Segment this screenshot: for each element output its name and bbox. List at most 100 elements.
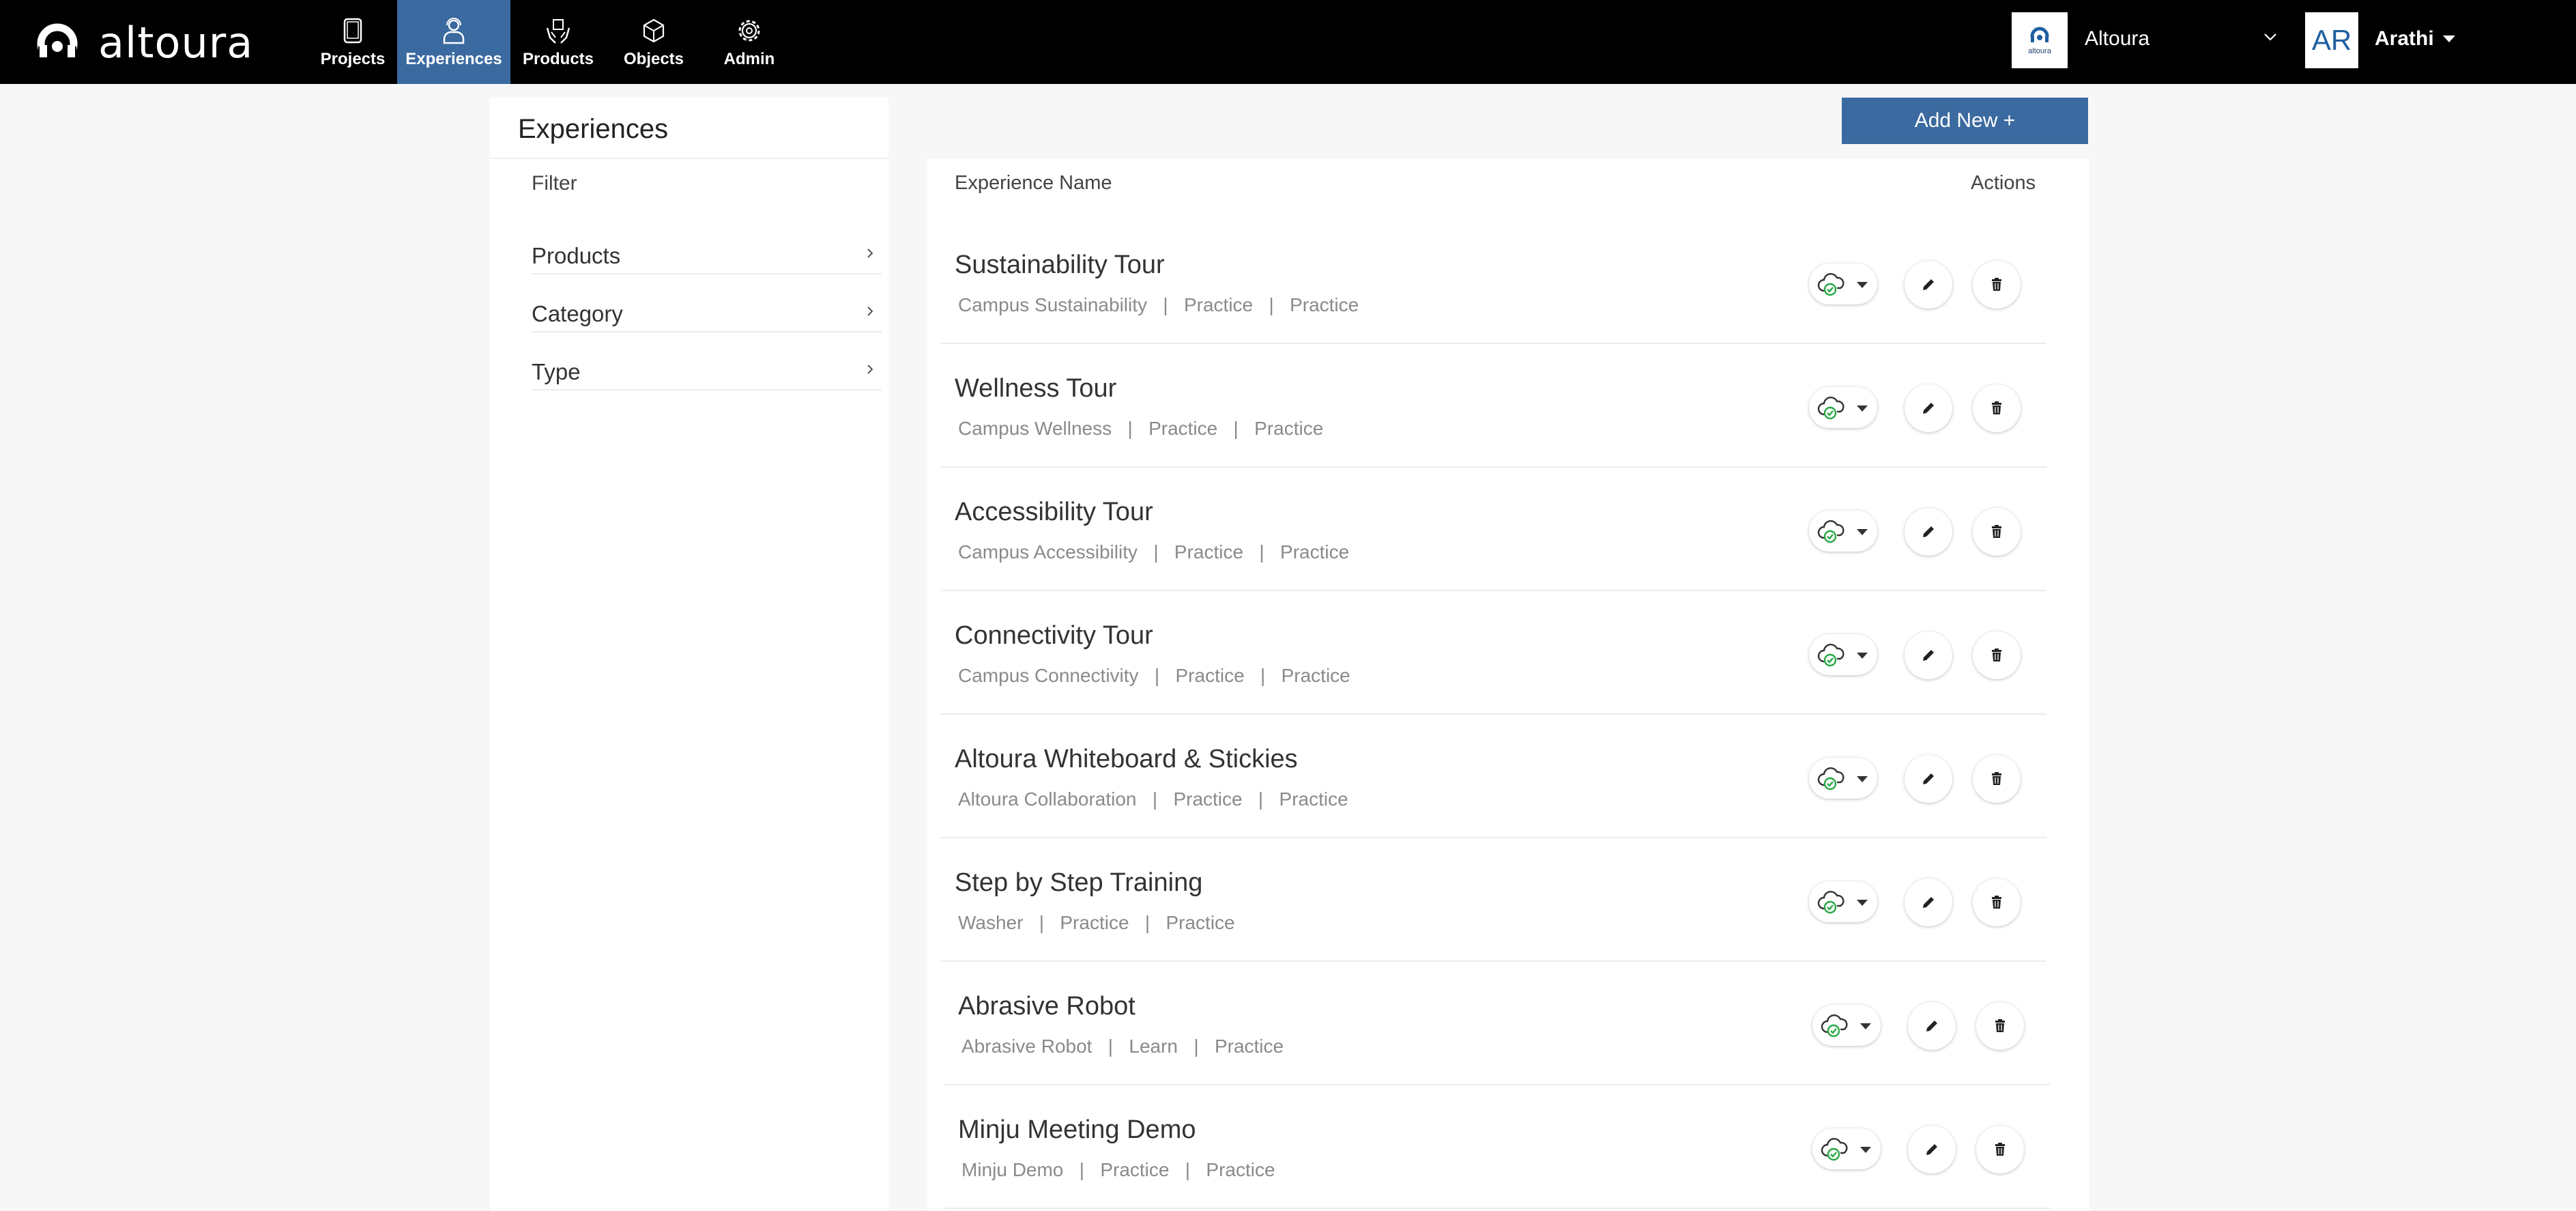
experience-meta: Campus Accessibility | Practice | Practi… <box>958 541 1350 562</box>
publish-status-dropdown[interactable] <box>1812 1128 1881 1169</box>
tablet-icon <box>343 18 362 43</box>
edit-button[interactable] <box>1908 1126 1956 1173</box>
nav-projects-label: Projects <box>320 49 386 68</box>
delete-button[interactable] <box>1973 384 2021 432</box>
delete-button[interactable] <box>1976 1002 2024 1050</box>
experience-row[interactable]: Wellness Tour Campus Wellness | Practice… <box>941 344 2046 468</box>
experience-row[interactable]: Connectivity Tour Campus Connectivity | … <box>941 591 2046 715</box>
nav-admin-label: Admin <box>723 49 775 68</box>
delete-button[interactable] <box>1973 508 2021 556</box>
organization-name[interactable]: Altoura <box>2085 27 2150 51</box>
pencil-icon <box>1923 279 1934 290</box>
page-title: Experiences <box>518 114 669 144</box>
row-actions <box>1812 1123 2038 1173</box>
delete-button[interactable] <box>1976 1126 2024 1173</box>
nav-experiences-label: Experiences <box>405 49 502 68</box>
delete-button[interactable] <box>1973 631 2021 679</box>
edit-button[interactable] <box>1905 508 1952 556</box>
trash-icon <box>1992 896 2001 909</box>
pencil-icon <box>1923 773 1934 784</box>
nav-admin[interactable]: Admin <box>701 0 797 84</box>
edit-button[interactable] <box>1905 631 1952 679</box>
experience-name[interactable]: Sustainability Tour <box>955 251 1165 280</box>
experience-row[interactable]: Step by Step Training Washer | Practice … <box>941 838 2046 962</box>
user-name[interactable]: Arathi <box>2375 27 2434 51</box>
publish-status-dropdown[interactable] <box>1809 634 1877 675</box>
publish-status-dropdown[interactable] <box>1809 511 1877 552</box>
edit-button[interactable] <box>1905 261 1952 309</box>
pencil-icon <box>1926 1021 1937 1031</box>
experience-name[interactable]: Step by Step Training <box>955 868 1202 898</box>
experience-row[interactable]: Minju Meeting Demo Minju Demo | Practice… <box>944 1085 2050 1209</box>
altoura-logo-icon <box>35 22 91 64</box>
experience-row[interactable]: Altoura Whiteboard & Stickies Altoura Co… <box>941 715 2046 838</box>
experience-name[interactable]: Minju Meeting Demo <box>958 1115 1196 1145</box>
row-actions <box>1809 258 2034 309</box>
experience-name[interactable]: Abrasive Robot <box>958 992 1135 1021</box>
experience-meta: Altoura Collaboration | Practice | Pract… <box>958 788 1348 810</box>
chevron-down-icon <box>1860 1147 1871 1153</box>
experience-name[interactable]: Wellness Tour <box>955 374 1116 403</box>
nav-products[interactable]: Products <box>510 0 606 84</box>
experience-meta: Campus Connectivity | Practice | Practic… <box>958 665 1350 686</box>
experience-row[interactable]: Sustainability Tour Campus Sustainabilit… <box>941 220 2046 344</box>
experience-name[interactable]: Accessibility Tour <box>955 498 1153 527</box>
experience-row[interactable]: Accessibility Tour Campus Accessibility … <box>941 468 2046 591</box>
altoura-org-logo-icon <box>2029 27 2050 46</box>
cube-icon <box>643 18 665 42</box>
trash-icon <box>1992 278 2001 291</box>
experience-row[interactable]: Abrasive Robot Abrasive Robot | Learn | … <box>944 962 2050 1085</box>
publish-status-dropdown[interactable] <box>1809 758 1877 799</box>
row-actions <box>1809 382 2034 432</box>
page-header: Experiences <box>490 98 888 159</box>
pencil-icon <box>1926 1144 1937 1155</box>
experience-meta: Washer | Practice | Practice <box>958 912 1235 933</box>
filter-item-category[interactable]: Category <box>532 275 882 332</box>
chevron-down-icon <box>1857 653 1868 659</box>
filter-item-products[interactable]: Products <box>532 217 882 274</box>
cloud-check-icon <box>1821 1138 1848 1161</box>
add-new-button[interactable]: Add New + <box>1842 98 2088 144</box>
publish-status-dropdown[interactable] <box>1809 881 1877 922</box>
chevron-down-icon <box>1857 776 1868 782</box>
user-menu-caret-icon[interactable] <box>2443 35 2455 42</box>
edit-button[interactable] <box>1905 879 1952 926</box>
experience-meta: Abrasive Robot | Learn | Practice <box>961 1036 1284 1057</box>
edit-button[interactable] <box>1908 1002 1956 1050</box>
column-header-actions: Actions <box>1971 172 2036 194</box>
row-actions <box>1809 876 2034 926</box>
nav-projects[interactable]: Projects <box>308 0 397 84</box>
experience-name[interactable]: Connectivity Tour <box>955 621 1153 651</box>
filter-item-type[interactable]: Type <box>532 333 882 390</box>
row-actions <box>1809 629 2034 679</box>
chevron-down-icon <box>1857 529 1868 535</box>
nav-products-label: Products <box>522 49 594 68</box>
gear-icon <box>738 20 760 41</box>
column-header-experience-name: Experience Name <box>955 172 1112 194</box>
experience-name[interactable]: Altoura Whiteboard & Stickies <box>955 745 1298 774</box>
row-actions <box>1809 752 2034 803</box>
publish-status-dropdown[interactable] <box>1809 387 1877 428</box>
edit-button[interactable] <box>1905 755 1952 803</box>
main-nav: Projects Experiences Products Objects Ad… <box>308 0 797 84</box>
publish-status-dropdown[interactable] <box>1809 263 1877 304</box>
organization-chevron-down-icon[interactable] <box>2261 27 2280 46</box>
filter-item-label: Products <box>532 243 621 268</box>
nav-objects-label: Objects <box>623 49 684 68</box>
cloud-check-icon <box>1817 397 1844 420</box>
delete-button[interactable] <box>1973 261 2021 309</box>
row-actions <box>1809 505 2034 556</box>
nav-objects[interactable]: Objects <box>606 0 701 84</box>
delete-button[interactable] <box>1973 879 2021 926</box>
chevron-down-icon <box>1857 405 1868 412</box>
cloud-check-icon <box>1817 891 1844 914</box>
delete-button[interactable] <box>1973 755 2021 803</box>
experience-meta: Campus Wellness | Practice | Practice <box>958 418 1324 439</box>
nav-experiences[interactable]: Experiences <box>397 0 510 84</box>
altoura-logo[interactable]: altoura <box>35 15 253 70</box>
publish-status-dropdown[interactable] <box>1812 1005 1881 1046</box>
pencil-icon <box>1923 897 1934 908</box>
user-avatar[interactable]: AR <box>2305 12 2358 68</box>
edit-button[interactable] <box>1905 384 1952 432</box>
hands-box-icon <box>546 18 570 44</box>
